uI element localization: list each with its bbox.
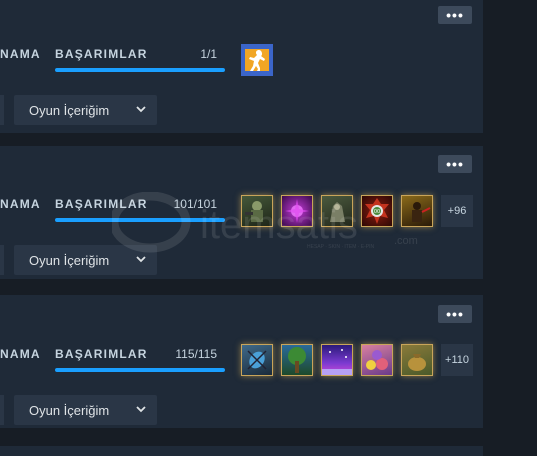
more-achievements-count[interactable]: +96 <box>441 195 473 227</box>
creature-achievement-icon[interactable] <box>321 195 353 227</box>
achievement-progress-bar <box>55 218 225 222</box>
chevron-down-icon <box>136 406 146 413</box>
left-button-stub <box>0 245 4 275</box>
soldier-achievement-icon[interactable] <box>241 195 273 227</box>
achievements-label: BAŞARIMLAR <box>55 347 148 361</box>
more-achievements-count[interactable]: +110 <box>441 344 473 376</box>
game-content-button[interactable]: Oyun İçeriğim <box>14 395 157 425</box>
achievements-label: BAŞARIMLAR <box>55 197 148 211</box>
sack-achievement-icon[interactable] <box>401 344 433 376</box>
game-card-2: ••• NAMA BAŞARIMLAR 101/101 00 +96 Oyun … <box>0 146 483 279</box>
game-content-button[interactable]: Oyun İçeriğim <box>14 245 157 275</box>
achievement-progress-bar <box>55 68 225 72</box>
dust-warrior-achievement-icon[interactable] <box>401 195 433 227</box>
achievement-progress-fill <box>55 68 225 72</box>
game-card-4 <box>0 446 483 456</box>
stat-label-fragment: NAMA <box>0 197 41 211</box>
game-content-label: Oyun İçeriğim <box>29 102 110 118</box>
stat-label-fragment: NAMA <box>0 47 41 61</box>
game-content-label: Oyun İçeriğim <box>29 402 110 418</box>
achievement-count: 101/101 <box>173 197 217 211</box>
left-button-stub <box>0 395 4 425</box>
more-options-button[interactable]: ••• <box>438 305 472 323</box>
left-button-stub <box>0 95 4 125</box>
achievement-count: 1/1 <box>200 47 217 61</box>
achievement-count: 115/115 <box>175 347 217 361</box>
tree-achievement-icon[interactable] <box>281 344 313 376</box>
svg-text:00: 00 <box>374 209 380 215</box>
game-content-label: Oyun İçeriğim <box>29 252 110 268</box>
game-content-button[interactable]: Oyun İçeriğim <box>14 95 157 125</box>
achievement-progress-fill <box>55 368 225 372</box>
sky-achievement-icon[interactable] <box>321 344 353 376</box>
achievement-progress-fill <box>55 218 225 222</box>
achievements-label: BAŞARIMLAR <box>55 47 148 61</box>
target-badge-achievement-icon[interactable]: 00 <box>361 195 393 227</box>
purple-burst-achievement-icon[interactable] <box>281 195 313 227</box>
more-options-button[interactable]: ••• <box>438 155 472 173</box>
game-card-1: ••• NAMA BAŞARIMLAR 1/1 Oyun İçeriğim <box>0 0 483 133</box>
beetle-achievement-icon[interactable] <box>241 344 273 376</box>
game-card-3: ••• NAMA BAŞARIMLAR 115/115 +110 Oyun İç… <box>0 295 483 428</box>
achievement-progress-bar <box>55 368 225 372</box>
chevron-down-icon <box>136 106 146 113</box>
more-options-button[interactable]: ••• <box>438 6 472 24</box>
candy-achievement-icon[interactable] <box>361 344 393 376</box>
cs-logo-icon[interactable] <box>241 44 273 76</box>
stat-label-fragment: NAMA <box>0 347 41 361</box>
chevron-down-icon <box>136 256 146 263</box>
